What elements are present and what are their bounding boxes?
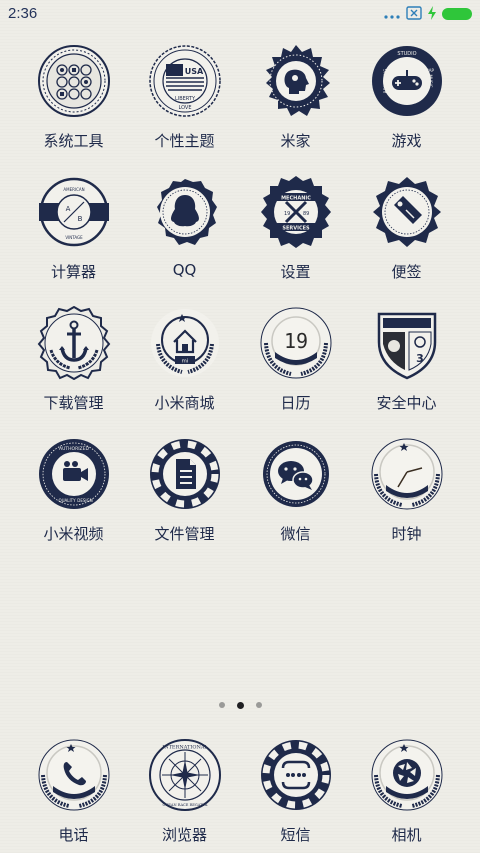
themes-badge-icon: USA LIBERTY LOVE [148, 45, 221, 117]
status-time: 2:36 [8, 5, 38, 22]
badge-liberty-text: LIBERTY [174, 96, 195, 102]
app-label: QQ [172, 261, 197, 279]
app-qq[interactable]: QQ [129, 175, 240, 286]
badge-vintage-text: VINTAGE [65, 235, 83, 240]
app-label: 小米视频 [43, 525, 104, 543]
app-label: 日历 [280, 394, 311, 412]
app-file-manager[interactable]: 文件管理 [129, 437, 240, 548]
app-label: 相机 [391, 826, 422, 844]
badge-usa-text: USA [184, 67, 203, 76]
badge-american-text: AMERICAN [63, 187, 84, 192]
charging-bolt-icon [428, 5, 436, 24]
app-label: 米家 [280, 132, 311, 150]
app-label: 安全中心 [376, 394, 437, 412]
app-label: 游戏 [391, 132, 422, 150]
badge-recording-text: RECORDING [383, 69, 388, 93]
app-security[interactable]: 3 安全中心 [351, 306, 462, 417]
more-dots-icon [384, 5, 400, 24]
page-dot-active[interactable] [236, 701, 244, 709]
app-label: 便签 [391, 263, 422, 281]
app-label: 微信 [280, 525, 311, 543]
page-dot[interactable] [218, 702, 225, 708]
app-label: 文件管理 [154, 525, 215, 543]
app-calendar[interactable]: 19 日历 [240, 306, 351, 417]
app-label: 系统工具 [43, 132, 104, 150]
app-label: 个性主题 [154, 132, 215, 150]
app-mi-store[interactable]: mi 小米商城 [129, 306, 240, 417]
app-label: 时钟 [391, 525, 422, 543]
status-icons [384, 5, 472, 24]
qq-penguin-icon [156, 179, 217, 245]
settings-mechanic-icon: MECHANIC SERVICES 19 89 [260, 176, 331, 248]
page-indicator[interactable] [0, 701, 480, 709]
app-notes[interactable]: 便签 [351, 175, 462, 286]
app-browser[interactable]: INTERNATIONAL OCEAN RACE REGATTA 浏览器 [129, 738, 240, 849]
badge-studio-text: STUDIO [397, 51, 416, 57]
video-camera-badge-icon: AUTHORIZED QUALITY DESIGN [38, 439, 109, 509]
gamepad-badge-icon: STUDIO RECORDING RAP MUSIC [371, 46, 442, 116]
badge-a-text: A [65, 205, 70, 213]
message-chip-icon [260, 740, 331, 810]
badge-authorized-text: AUTHORIZED [59, 446, 89, 452]
badge-love-text: LOVE [178, 105, 191, 111]
badge-rap-text: RAP [426, 68, 434, 73]
app-settings[interactable]: MECHANIC SERVICES 19 89 设置 [240, 175, 351, 286]
badge-19-text: 19 [284, 211, 290, 217]
app-label: 短信 [280, 826, 311, 844]
badge-89-text: 89 [303, 211, 309, 217]
app-wechat[interactable]: 微信 [240, 437, 351, 548]
app-grid: 系统工具 USA LIBERTY LOVE 个性主题 米家 STUDIO REC… [18, 44, 462, 548]
download-anchor-icon [37, 306, 110, 380]
app-clock[interactable]: 时钟 [351, 437, 462, 548]
app-messages[interactable]: 短信 [240, 738, 351, 849]
app-label: 设置 [280, 263, 311, 281]
tools-folder-icon [37, 45, 110, 117]
app-label: 小米商城 [154, 394, 215, 412]
app-mijia[interactable]: 米家 [240, 44, 351, 155]
app-downloads[interactable]: 下载管理 [18, 306, 129, 417]
camera-aperture-icon [371, 739, 442, 811]
wechat-chat-icon [262, 441, 329, 507]
badge-regatta-text: OCEAN RACE REGATTA [162, 803, 207, 807]
app-label: 电话 [58, 826, 89, 844]
app-calculator[interactable]: A B AMERICAN VINTAGE 计算器 [18, 175, 129, 286]
mi-store-house-icon: mi [150, 309, 219, 377]
file-chip-icon [149, 439, 220, 509]
status-bar: 2:36 [0, 0, 480, 28]
badge-mechanic-text: MECHANIC [281, 196, 311, 202]
badge-design-text: DESIGN [77, 498, 92, 503]
app-phone[interactable]: 电话 [18, 738, 129, 849]
calendar-laurel-icon: 19 [260, 307, 331, 379]
no-sim-icon [406, 5, 422, 24]
calendar-day-text: 19 [283, 329, 307, 353]
app-mi-video[interactable]: AUTHORIZED QUALITY DESIGN 小米视频 [18, 437, 129, 548]
app-games[interactable]: STUDIO RECORDING RAP MUSIC 游戏 [351, 44, 462, 155]
app-label: 下载管理 [43, 394, 104, 412]
badge-3-text: 3 [416, 352, 424, 365]
badge-music-text: MUSIC [428, 75, 433, 88]
dock: 电话 INTERNATIONAL OCEAN RACE REGATTA 浏览器 [18, 738, 462, 849]
app-system-tools[interactable]: 系统工具 [18, 44, 129, 155]
mijia-badge-icon [265, 45, 330, 116]
browser-compass-icon: INTERNATIONAL OCEAN RACE REGATTA [148, 739, 221, 811]
app-themes[interactable]: USA LIBERTY LOVE 个性主题 [129, 44, 240, 155]
badge-international-text: INTERNATIONAL [162, 745, 208, 751]
phone-laurel-icon [38, 739, 109, 811]
notes-tag-icon [372, 177, 441, 247]
badge-quality-text: QUALITY [58, 498, 76, 503]
badge-b-text: B [77, 215, 82, 223]
app-camera[interactable]: 相机 [351, 738, 462, 849]
security-shield-icon: 3 [377, 312, 436, 380]
badge-services-text: SERVICES [282, 226, 310, 232]
page-dot[interactable] [255, 702, 262, 708]
app-label: 计算器 [50, 263, 96, 281]
clock-laurel-icon [371, 438, 442, 510]
calculator-badge-icon: A B AMERICAN VINTAGE [38, 177, 109, 247]
app-label: 浏览器 [161, 826, 207, 844]
battery-icon [442, 5, 472, 24]
badge-mi-text: mi [181, 359, 188, 365]
